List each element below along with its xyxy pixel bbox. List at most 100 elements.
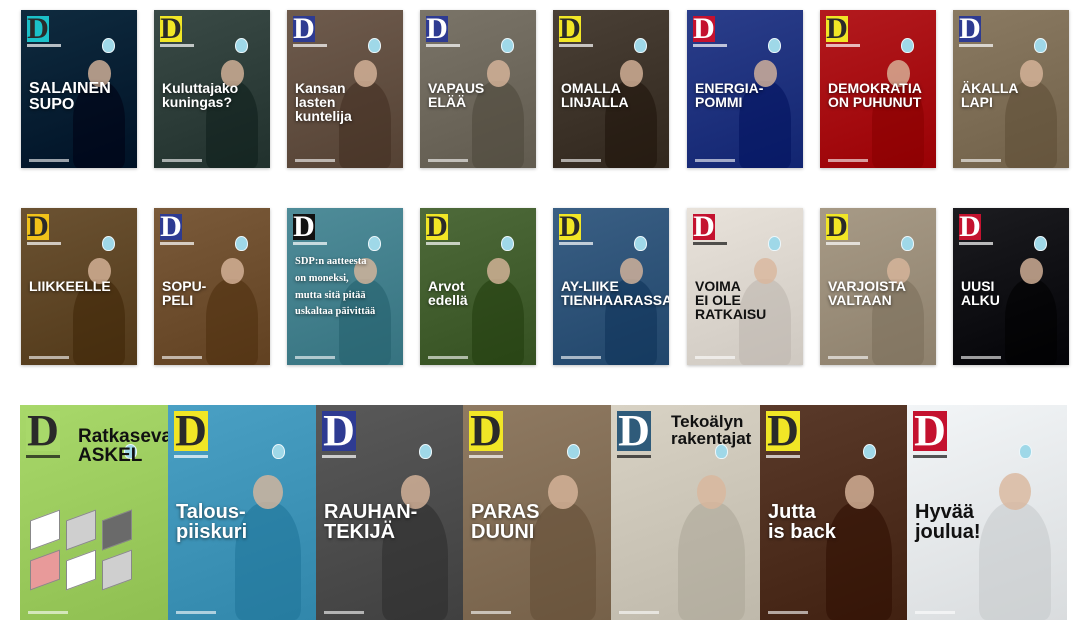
- magazine-cover[interactable]: D VAPAUS ELÄÄ: [420, 10, 536, 168]
- balloon-icon: [634, 38, 648, 54]
- person-figure: [678, 501, 746, 620]
- cover-headline: SOPU- PELI: [162, 277, 207, 308]
- balloon-icon: [102, 38, 116, 54]
- magazine-cover[interactable]: D ENERGIA- POMMI: [687, 10, 803, 168]
- logo-d: D: [426, 12, 448, 45]
- magazine-cover[interactable]: D VARJOISTA VALTAAN: [820, 208, 936, 365]
- logo-subtitle-bar: [693, 242, 727, 245]
- magazine-cover[interactable]: D AY-LIIKE TIENHAARASSA: [553, 208, 669, 365]
- magazine-cover[interactable]: D ÄKALLA LAPI: [953, 10, 1069, 168]
- magazine-cover[interactable]: D LIIKKEELLE: [21, 208, 137, 365]
- logo-d: D: [160, 210, 182, 243]
- cover-headline: PARAS DUUNI: [471, 500, 540, 543]
- magazine-cover[interactable]: D Kuluttajako kuningas?: [154, 10, 270, 168]
- cover-headline: Tekoälyn rakentajat: [671, 412, 752, 448]
- magazine-cover[interactable]: D Kansan lasten kuntelija: [287, 10, 403, 168]
- logo-d: D: [27, 210, 49, 243]
- magazine-cover[interactable]: D DEMOKRATIA ON PUHUNUT: [820, 10, 936, 168]
- magazine-cover[interactable]: D Jutta is back: [760, 405, 907, 620]
- magazine-cover[interactable]: D OMALLA LINJALLA: [553, 10, 669, 168]
- cover-headline: DEMOKRATIA ON PUHUNUT: [828, 80, 922, 111]
- logo-d: D: [26, 406, 60, 455]
- cover-footer-line: [176, 611, 216, 614]
- magazine-cover[interactable]: D UUSI ALKU: [953, 208, 1069, 365]
- logo-subtitle-bar: [826, 44, 860, 47]
- cover-headline: Kansan lasten kuntelija: [295, 80, 352, 125]
- balloon-icon: [418, 443, 432, 459]
- magazine-cover[interactable]: D SOPU- PELI: [154, 208, 270, 365]
- cover-headline: ENERGIA- POMMI: [695, 80, 764, 111]
- cover-headline: RAUHAN- TEKIJÄ: [324, 500, 418, 543]
- logo-d: D: [426, 210, 448, 243]
- balloon-icon: [768, 236, 782, 252]
- logo-subtitle-bar: [693, 44, 727, 47]
- iso-block: [102, 549, 132, 591]
- cover-footer-line: [695, 356, 735, 359]
- balloon-icon: [1019, 443, 1032, 459]
- logo-d: D: [693, 210, 715, 243]
- logo-d: D: [293, 12, 315, 45]
- magazine-cover[interactable]: D PARAS DUUNI: [463, 405, 611, 620]
- cover-headline: Arvot edellä: [428, 277, 468, 308]
- logo-subtitle-bar: [174, 455, 208, 458]
- iso-block: [66, 509, 96, 551]
- cover-footer-line: [295, 356, 335, 359]
- logo-subtitle-bar: [293, 44, 327, 47]
- iso-block: [66, 549, 96, 591]
- balloon-icon: [768, 38, 782, 54]
- logo-d: D: [826, 12, 848, 45]
- logo-subtitle-bar: [27, 44, 61, 47]
- cover-headline: SDP:n aatteesta on moneksi, mutta sitä p…: [295, 256, 376, 318]
- cover-footer-line: [162, 159, 202, 162]
- balloon-icon: [271, 443, 285, 459]
- balloon-icon: [368, 236, 382, 252]
- balloon-icon: [501, 236, 515, 252]
- logo-subtitle-bar: [469, 455, 503, 458]
- magazine-cover[interactable]: D Arvot edellä: [420, 208, 536, 365]
- balloon-icon: [102, 236, 116, 252]
- logo-subtitle-bar: [426, 44, 460, 47]
- magazine-cover[interactable]: D VOIMA EI OLE RATKAISU: [687, 208, 803, 365]
- logo-d: D: [693, 12, 715, 45]
- logo-d: D: [559, 210, 581, 243]
- logo-d: D: [160, 12, 182, 45]
- balloon-icon: [501, 38, 515, 54]
- logo-subtitle-bar: [959, 44, 993, 47]
- logo-d: D: [27, 12, 49, 45]
- cover-footer-line: [324, 611, 364, 614]
- logo-d: D: [959, 12, 981, 45]
- magazine-cover[interactable]: D Ratkaseva ASKEL: [20, 405, 168, 620]
- logo-d: D: [174, 406, 208, 455]
- cover-footer-line: [561, 356, 601, 359]
- magazine-cover[interactable]: D Hyvää joulua!: [907, 405, 1067, 620]
- logo-d: D: [913, 406, 947, 455]
- balloon-icon: [235, 236, 249, 252]
- magazine-cover[interactable]: D Talous- piiskuri: [168, 405, 316, 620]
- logo-subtitle-bar: [559, 242, 593, 245]
- cover-footer-line: [295, 159, 335, 162]
- balloon-icon: [235, 38, 249, 54]
- cover-footer-line: [561, 159, 601, 162]
- logo-subtitle-bar: [617, 455, 651, 458]
- magazine-cover[interactable]: D Tekoälyn rakentajat: [611, 405, 760, 620]
- balloon-icon: [368, 38, 382, 54]
- cover-headline: LIIKKEELLE: [29, 277, 111, 294]
- balloon-icon: [901, 38, 915, 54]
- logo-subtitle-bar: [293, 242, 327, 245]
- logo-d: D: [766, 406, 800, 455]
- magazine-cover[interactable]: D SALAINEN SUPO: [21, 10, 137, 168]
- logo-d: D: [322, 406, 356, 455]
- magazine-cover[interactable]: D SDP:n aatteesta on moneksi, mutta sitä …: [287, 208, 403, 365]
- cover-headline: Jutta is back: [768, 500, 836, 543]
- cover-headline: OMALLA LINJALLA: [561, 80, 629, 111]
- cover-headline: VARJOISTA VALTAAN: [828, 277, 907, 308]
- cover-headline: Talous- piiskuri: [176, 500, 248, 543]
- cover-headline: Ratkaseva ASKEL: [78, 426, 168, 466]
- logo-d: D: [469, 406, 503, 455]
- logo-subtitle-bar: [26, 455, 60, 458]
- cover-headline: UUSI ALKU: [961, 277, 1000, 308]
- magazine-cover[interactable]: D RAUHAN- TEKIJÄ: [316, 405, 463, 620]
- cover-footer-line: [961, 159, 1001, 162]
- logo-subtitle-bar: [27, 242, 61, 245]
- logo-d: D: [617, 406, 651, 455]
